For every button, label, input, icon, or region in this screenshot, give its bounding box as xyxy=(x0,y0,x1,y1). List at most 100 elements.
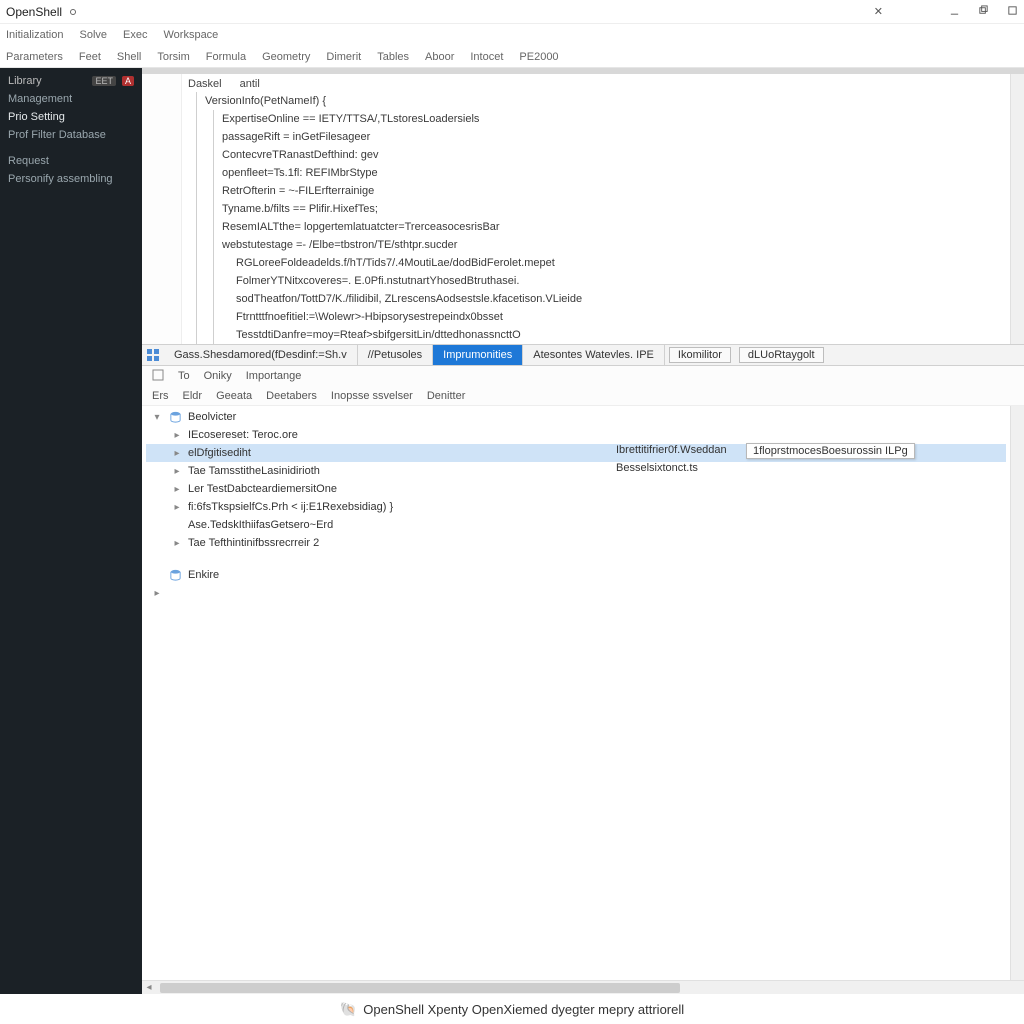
breadcrumb-item[interactable]: Daskel xyxy=(188,78,222,90)
tree-item[interactable]: ▸ fi:6fsTkspsielfCs.Prh < ij:E1Rexebsidi… xyxy=(146,498,1006,516)
toolbar-item[interactable]: Deetabers xyxy=(266,390,317,402)
tree-item[interactable]: ▸ IEcosereset: Teroc.ore xyxy=(146,426,1006,444)
sidebar-item[interactable]: Management xyxy=(0,90,142,108)
menu-item[interactable]: Shell xyxy=(117,51,141,63)
line-number-gutter xyxy=(142,74,182,344)
tree-root[interactable]: Enkire xyxy=(146,566,1006,584)
tree-label: Ler TestDabcteardiemersitOne xyxy=(188,483,337,495)
close-button[interactable] xyxy=(1007,5,1018,18)
editor-tab[interactable]: //Petusoles xyxy=(358,345,433,365)
breadcrumb[interactable]: Daskel antil xyxy=(188,76,1010,92)
tree-detail: Besselsixtonct.ts xyxy=(616,462,698,474)
menu-item[interactable]: Parameters xyxy=(6,51,63,63)
expand-icon[interactable]: ▸ xyxy=(172,430,182,441)
menu-item[interactable]: Feet xyxy=(79,51,101,63)
code-line: sodTheatfon/TottD7/K./filidibil, ZLresce… xyxy=(222,290,1010,308)
sidebar-tag-alert: A xyxy=(122,76,134,86)
menu-item[interactable]: Intocet xyxy=(470,51,503,63)
horizontal-scrollbar[interactable]: ◂ xyxy=(142,980,1024,994)
tree-label: fi:6fsTkspsielfCs.Prh < ij:E1Rexebsidiag… xyxy=(188,501,393,513)
toolbar-item[interactable]: To xyxy=(178,370,190,382)
menu-item[interactable]: Aboor xyxy=(425,51,454,63)
toolbar-item[interactable]: Eldr xyxy=(183,390,203,402)
tree-item[interactable]: ▸ Ler TestDabcteardiemersitOne xyxy=(146,480,1006,498)
panel-toolbar: To Oniky Importange xyxy=(142,366,1024,386)
sidebar-item[interactable]: Request xyxy=(0,152,142,170)
tab-list-icon[interactable] xyxy=(142,345,164,365)
app-title: OpenShell xyxy=(6,5,62,19)
vertical-scrollbar[interactable] xyxy=(1010,74,1024,344)
tree-item[interactable]: ▸ Tae TamsstitheLasinidirioth xyxy=(146,462,1006,480)
tree-item[interactable]: ▸ Tae Tefthintinifbssrecrreir 2 xyxy=(146,534,1006,552)
tree-detail: Ibrettitifrier0f.Wseddan xyxy=(616,444,727,456)
tooltip: 1floprstmocesBoesurossin ILPg xyxy=(746,443,915,459)
sidebar-item[interactable]: Personify assembling xyxy=(0,170,142,188)
toolbar-item[interactable]: Oniky xyxy=(204,370,232,382)
menu-item[interactable]: Initialization xyxy=(6,29,63,41)
expand-icon[interactable]: ▸ xyxy=(172,448,182,459)
window-controls: ✕ xyxy=(874,5,1018,18)
tree-item[interactable]: Ase.TedskIthiifasGetsero~Erd xyxy=(146,516,1006,534)
code-line: openfleet=Ts.1fl: REFIMbrStype xyxy=(222,164,1010,182)
explorer-tree[interactable]: ▾ Beolvicter ▸ IEcosereset: Teroc.ore ▸ … xyxy=(142,406,1010,980)
code-line: RetrOfterin = ~-FILErfterrainige xyxy=(222,182,1010,200)
tree-root[interactable]: ▾ Beolvicter xyxy=(146,408,1006,426)
editor-tab-active[interactable]: Imprumonities xyxy=(433,345,523,365)
sidebar: Library EET A Management Prio Setting Pr… xyxy=(0,68,142,994)
menu-item[interactable]: Dimerit xyxy=(326,51,361,63)
menu-item[interactable]: Solve xyxy=(79,29,107,41)
code-line: FolmerYTNitxcoveres=. E.0Pfi.nstutnartYh… xyxy=(222,272,1010,290)
menu-item[interactable]: PE2000 xyxy=(519,51,558,63)
editor-tab[interactable]: dLUoRtaygolt xyxy=(739,347,824,363)
expand-icon[interactable]: ▸ xyxy=(152,588,162,599)
expand-icon[interactable]: ▸ xyxy=(172,484,182,495)
toolbar-item[interactable]: Denitter xyxy=(427,390,466,402)
maximize-button[interactable] xyxy=(978,5,989,18)
tree-item[interactable]: ▸ xyxy=(146,584,1006,602)
panel-toolbar-secondary: Ers Eldr Geeata Deetabers Inopsse ssvels… xyxy=(142,386,1024,406)
scroll-thumb[interactable] xyxy=(160,983,680,993)
menu-item[interactable]: Exec xyxy=(123,29,147,41)
tree-label: Enkire xyxy=(188,569,219,581)
expand-icon[interactable]: ▸ xyxy=(172,466,182,477)
sidebar-item[interactable]: Prio Setting xyxy=(0,108,142,126)
status-text: OpenShell Xpenty OpenXiemed dyegter mepr… xyxy=(363,1002,684,1017)
minimize-button[interactable] xyxy=(949,5,960,18)
editor-tab[interactable]: Atesontes Watevles. IPE xyxy=(523,345,665,365)
editor-tab[interactable]: Ikomilitor xyxy=(669,347,731,363)
expand-icon[interactable]: ▸ xyxy=(172,502,182,513)
collapse-icon[interactable]: ▾ xyxy=(152,412,162,423)
breadcrumb-item[interactable]: antil xyxy=(240,78,260,90)
secondary-menu-bar: Parameters Feet Shell Torsim Formula Geo… xyxy=(0,46,1024,68)
menu-item[interactable]: Formula xyxy=(206,51,246,63)
toolbar-item[interactable]: Importange xyxy=(246,370,302,382)
logo-icon: 🐚 xyxy=(340,1001,357,1018)
toolbar-item[interactable]: Inopsse ssvelser xyxy=(331,390,413,402)
code-line: passageRift = inGetFilesageer xyxy=(222,128,1010,146)
help-icon[interactable]: ✕ xyxy=(874,5,883,18)
sidebar-tag: EET xyxy=(92,76,116,86)
menu-item[interactable]: Geometry xyxy=(262,51,310,63)
tree-label: Beolvicter xyxy=(188,411,236,423)
tree-label: Tae TamsstitheLasinidirioth xyxy=(188,465,320,477)
scroll-left-icon[interactable]: ◂ xyxy=(142,982,156,993)
code-line: webstutestage =- /Elbe=tbstron/TE/sthtpr… xyxy=(222,236,1010,254)
menu-item[interactable]: Tables xyxy=(377,51,409,63)
code-line: ExpertiseOnline == IETY/TTSA/,TLstoresLo… xyxy=(222,110,1010,128)
toolbar-item[interactable]: Geeata xyxy=(216,390,252,402)
expand-icon[interactable]: ▸ xyxy=(172,538,182,549)
code-editor[interactable]: Daskel antil VersionInfo(PetNameIf) { Exp… xyxy=(142,68,1024,344)
menu-item[interactable]: Torsim xyxy=(157,51,189,63)
database-icon xyxy=(168,568,182,582)
sidebar-title: Library xyxy=(8,75,42,87)
sidebar-header: Library EET A xyxy=(0,72,142,90)
tree-label: Tae Tefthintinifbssrecrreir 2 xyxy=(188,537,319,549)
code-line: VersionInfo(PetNameIf) { xyxy=(205,92,1010,110)
toolbar-item[interactable]: Ers xyxy=(152,390,169,402)
tree-label: IEcosereset: Teroc.ore xyxy=(188,429,298,441)
sidebar-item[interactable]: Prof Filter Database xyxy=(0,126,142,144)
menu-item[interactable]: Workspace xyxy=(163,29,218,41)
editor-tab[interactable]: Gass.Shesdamored(fDesdinf:=Sh.v xyxy=(164,345,358,365)
vertical-scrollbar[interactable] xyxy=(1010,406,1024,980)
panel-icon xyxy=(152,369,164,384)
